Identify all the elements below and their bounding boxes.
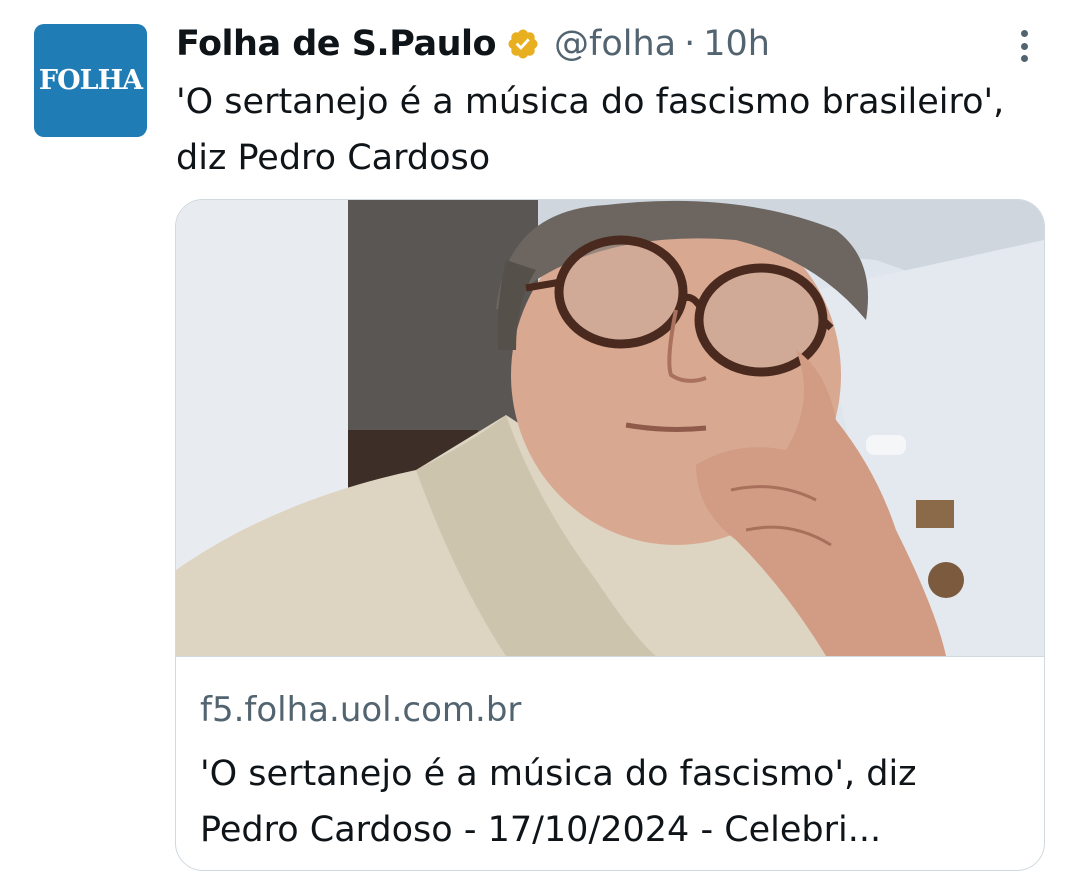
card-divider xyxy=(176,656,1044,657)
card-photo[interactable] xyxy=(176,200,1044,656)
more-vertical-icon[interactable] xyxy=(1006,26,1042,66)
tweet-header: Folha de S.Paulo @folha · 10h xyxy=(176,18,770,70)
tweet-text: 'O sertanejo é a música do fascismo bras… xyxy=(176,82,1005,178)
display-name[interactable]: Folha de S.Paulo xyxy=(176,24,497,64)
card-domain: f5.folha.uol.com.br xyxy=(200,690,522,730)
more-dot xyxy=(1020,30,1028,37)
separator-dot: · xyxy=(684,24,696,64)
card-title: 'O sertanejo é a música do fascismo', di… xyxy=(200,754,917,850)
avatar[interactable]: FOLHA xyxy=(34,24,147,137)
link-preview-card[interactable]: f5.folha.uol.com.br 'O sertanejo é a mús… xyxy=(175,199,1045,871)
more-dot xyxy=(1020,55,1028,62)
more-dot xyxy=(1020,42,1028,50)
avatar-logo-text: FOLHA xyxy=(38,65,143,96)
user-handle[interactable]: @folha xyxy=(554,24,676,64)
timestamp[interactable]: 10h xyxy=(703,24,770,64)
verified-badge-icon[interactable] xyxy=(506,27,540,61)
tweet[interactable]: FOLHA Folha de S.Paulo @folha · 10h 'O s… xyxy=(0,0,1080,884)
